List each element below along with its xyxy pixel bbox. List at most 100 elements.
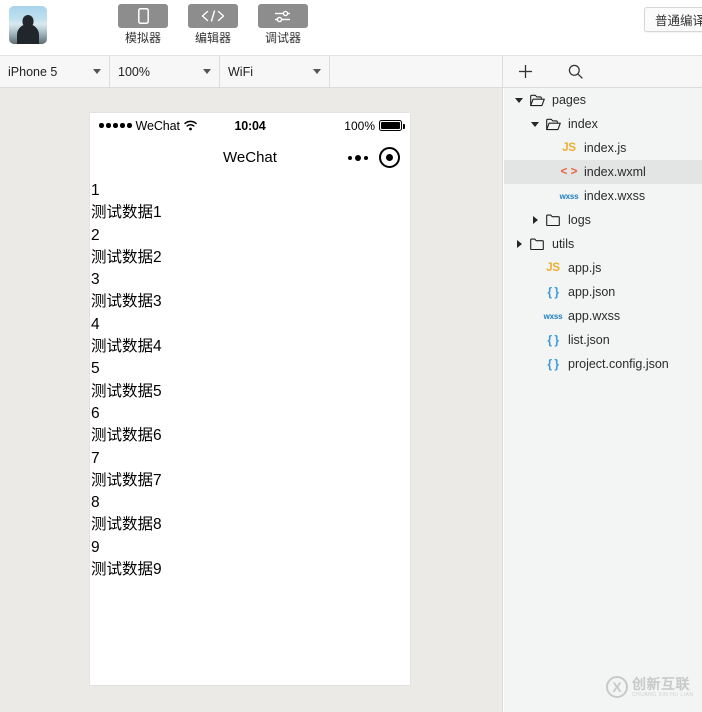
simulator-settings-bar: iPhone 5 100% WiFi [0, 56, 702, 88]
avatar-body [17, 24, 39, 44]
file-tree-item-label: index.js [584, 141, 627, 155]
file-tree-item-utils[interactable]: utils [504, 232, 702, 256]
chevron-down-icon[interactable] [528, 112, 542, 136]
device-select[interactable]: iPhone 5 [0, 56, 110, 87]
zoom-select-value: 100% [118, 64, 150, 79]
file-tree-item-label: logs [568, 213, 591, 227]
plus-icon [518, 65, 532, 78]
chevron-right-icon[interactable] [528, 208, 542, 232]
wxss-file-icon: wxss [559, 191, 579, 201]
list-item: 测试数据9 [91, 561, 162, 579]
simulator-panel: WeChat 10:04 100% WeChat 1 测试数据1 2 测试数据2… [0, 88, 503, 712]
file-tree-item-label: utils [552, 237, 575, 251]
json-file-icon: { } [547, 285, 559, 299]
code-icon [188, 4, 238, 28]
battery-percent-label: 100% [344, 118, 375, 133]
sliders-icon [258, 4, 308, 28]
simulator-button-label: 模拟器 [124, 31, 161, 45]
add-file-button[interactable] [508, 56, 542, 87]
folder-closed-icon [542, 208, 564, 232]
phone-nav-bar: WeChat [90, 138, 410, 180]
more-dots-icon[interactable] [348, 154, 368, 161]
toolbar-button-group: 模拟器 编辑器 调试器 [118, 4, 308, 45]
file-tree-item-label: index.wxml [584, 165, 646, 179]
phone-icon [118, 4, 168, 28]
list-item: 3 [91, 271, 100, 289]
file-panel-actions [504, 56, 702, 87]
file-tree-item-label: app.wxss [568, 309, 621, 323]
file-tree-item-label: pages [552, 93, 587, 107]
file-tree-item-list-json[interactable]: { } list.json [504, 328, 702, 352]
list-item: 测试数据2 [91, 248, 162, 266]
avatar-head [22, 15, 34, 27]
search-button[interactable] [558, 56, 592, 87]
wechat-devtools-window: 模拟器 编辑器 调试器 普通编译 iPhone 5 100% WiFi WeCh… [0, 0, 702, 712]
list-item: 测试数据4 [91, 338, 162, 356]
folder-open-icon [542, 112, 564, 136]
debugger-button[interactable]: 调试器 [258, 4, 308, 45]
device-select-value: iPhone 5 [8, 64, 58, 79]
js-file-icon: JS [562, 142, 576, 154]
simulator-button[interactable]: 模拟器 [118, 4, 168, 45]
network-select[interactable]: WiFi [220, 56, 330, 87]
file-tree-item-app-json[interactable]: { } app.json [504, 280, 702, 304]
file-tree-item-pages[interactable]: pages [504, 88, 702, 112]
editor-button-label: 编辑器 [194, 31, 231, 45]
list-item: 测试数据7 [91, 471, 162, 489]
wxml-file-icon: < > [560, 166, 578, 178]
editor-button[interactable]: 编辑器 [188, 4, 238, 45]
phone-status-bar: WeChat 10:04 100% [90, 113, 410, 138]
subbar-spacer [330, 56, 503, 87]
list-item: 测试数据5 [91, 382, 162, 400]
main-toolbar: 模拟器 编辑器 调试器 普通编译 [0, 0, 702, 56]
folder-open-icon [526, 88, 548, 112]
network-select-value: WiFi [228, 64, 253, 79]
file-tree-item-project-config-json[interactable]: { } project.config.json [504, 352, 702, 376]
file-explorer[interactable]: pages index JS index.js < > index.wxml wxss ind… [504, 88, 702, 712]
file-tree-item-label: index.wxss [584, 189, 646, 203]
list-item: 6 [91, 404, 100, 422]
folder-closed-icon [526, 232, 548, 256]
list-item: 1 [91, 182, 100, 199]
file-tree-item-label: app.json [568, 285, 616, 299]
file-tree-item-index-js[interactable]: JS index.js [504, 136, 702, 160]
list-item: 5 [91, 360, 100, 378]
battery-icon [379, 120, 405, 131]
file-tree-item-label: app.js [568, 261, 602, 275]
phone-frame: WeChat 10:04 100% WeChat 1 测试数据1 2 测试数据2… [90, 113, 410, 685]
file-tree-item-logs[interactable]: logs [504, 208, 702, 232]
mini-program-list: 1 测试数据1 2 测试数据2 3 测试数据3 4 测试数据4 5 测试数据5 6 测试数据6 7 测试数… [90, 180, 410, 685]
file-tree-item-label: list.json [568, 333, 610, 347]
file-tree-item-app-js[interactable]: JS app.js [504, 256, 702, 280]
list-item: 测试数据3 [91, 293, 162, 311]
list-item: 测试数据6 [91, 427, 162, 445]
file-tree-item-label: project.config.json [568, 357, 669, 371]
avatar[interactable] [9, 6, 47, 44]
compile-button[interactable]: 普通编译 [644, 7, 702, 32]
target-icon[interactable] [379, 147, 400, 168]
status-battery-group: 100% [344, 118, 405, 133]
list-item: 2 [91, 226, 100, 244]
file-tree-item-index[interactable]: index [504, 112, 702, 136]
chevron-down-icon[interactable] [512, 88, 526, 112]
battery-fill [381, 122, 400, 129]
file-tree-item-label: index [568, 117, 598, 131]
wxss-file-icon: wxss [543, 311, 563, 321]
zoom-select[interactable]: 100% [110, 56, 220, 87]
nav-capsule [348, 147, 400, 168]
json-file-icon: { } [547, 357, 559, 371]
file-tree-item-index-wxml[interactable]: < > index.wxml [504, 160, 702, 184]
chevron-right-icon[interactable] [512, 232, 526, 256]
list-item: 7 [91, 449, 100, 467]
file-tree-item-index-wxss[interactable]: wxss index.wxss [504, 184, 702, 208]
chevron-down-icon [93, 69, 101, 74]
file-tree-item-app-wxss[interactable]: wxss app.wxss [504, 304, 702, 328]
chevron-down-icon [203, 69, 211, 74]
list-item: 8 [91, 494, 100, 512]
